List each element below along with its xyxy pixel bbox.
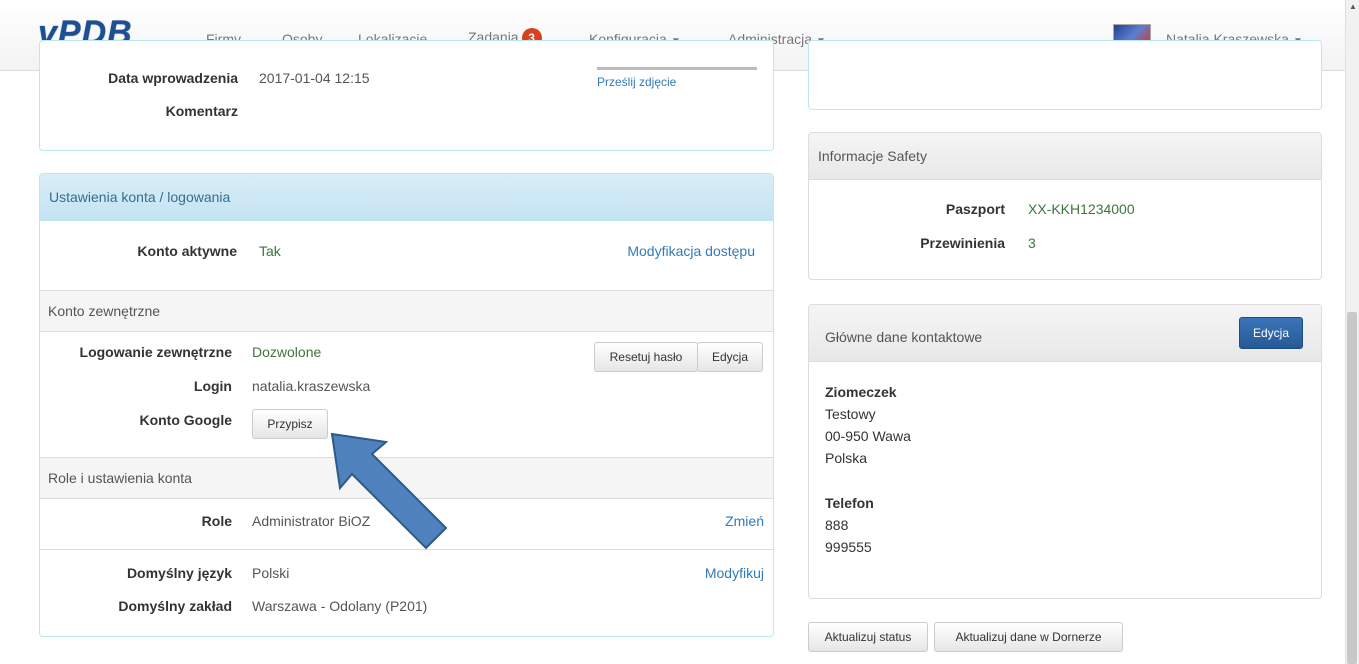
contact-panel: Główne dane kontaktowe Edycja Ziomeczek … (808, 304, 1322, 599)
person-details-panel: Data wprowadzenia 2017-01-04 12:15 Komen… (39, 40, 774, 151)
roles-divider (40, 549, 773, 550)
role-label: Role (201, 513, 232, 529)
safety-heading: Informacje Safety (809, 133, 1321, 180)
account-settings-heading: Ustawienia konta / logowania (40, 174, 773, 221)
login-label: Login (193, 378, 232, 394)
photo-panel (808, 40, 1322, 110)
passport-value: XX-KKH1234000 (1028, 201, 1135, 217)
contact-street: Testowy (825, 406, 876, 422)
update-status-button[interactable]: Aktualizuj status (808, 622, 928, 652)
modify-language-link[interactable]: Modyfikuj (705, 565, 764, 581)
login-value: natalia.kraszewska (252, 378, 371, 394)
upload-photo-link[interactable]: Prześlij zdjęcie (597, 75, 676, 89)
scroll-up-icon[interactable]: ▲ (1349, 2, 1357, 11)
offenses-label: Przewinienia (920, 235, 1005, 251)
reset-password-button[interactable]: Resetuj hasło (594, 342, 698, 372)
change-role-link[interactable]: Zmień (725, 513, 764, 529)
account-active-label: Konto aktywne (137, 243, 237, 259)
phone-1: 888 (825, 517, 849, 533)
contact-name: Ziomeczek (825, 384, 897, 400)
phone-label: Telefon (825, 495, 874, 511)
external-login-value: Dozwolone (252, 344, 322, 360)
modify-access-link[interactable]: Modyfikacja dostępu (627, 243, 755, 259)
roles-heading: Role i ustawienia konta (40, 457, 773, 499)
default-language-value: Polski (252, 565, 290, 581)
default-language-label: Domyślny język (126, 565, 232, 581)
assign-google-button[interactable]: Przypisz (252, 409, 328, 439)
edit-contact-button[interactable]: Edycja (1239, 317, 1303, 349)
date-value: 2017-01-04 12:15 (259, 70, 370, 86)
edit-external-button[interactable]: Edycja (697, 342, 763, 372)
phone-2: 999555 (825, 539, 872, 555)
contact-city: 00-950 Wawa (825, 428, 911, 444)
safety-panel: Informacje Safety Paszport XX-KKH1234000… (808, 132, 1322, 280)
scrollbar-thumb[interactable] (1347, 312, 1357, 664)
google-account-label: Konto Google (139, 412, 232, 428)
external-account-heading: Konto zewnętrzne (40, 290, 773, 332)
comment-label: Komentarz (165, 103, 238, 119)
passport-label: Paszport (945, 201, 1005, 217)
date-label: Data wprowadzenia (108, 70, 238, 86)
contact-heading-label: Główne dane kontaktowe (825, 329, 983, 345)
offenses-value: 3 (1028, 235, 1036, 251)
update-dornerze-button[interactable]: Aktualizuj dane w Dornerze (934, 622, 1123, 652)
photo-thumbnail-edge (597, 67, 757, 70)
default-plant-label: Domyślny zakład (118, 598, 232, 614)
contact-country: Polska (825, 450, 868, 466)
account-active-value: Tak (259, 243, 281, 259)
role-value: Administrator BiOZ (252, 513, 371, 529)
account-settings-panel: Ustawienia konta / logowania Konto aktyw… (39, 173, 774, 637)
external-login-label: Logowanie zewnętrzne (79, 344, 232, 360)
default-plant-value: Warszawa - Odolany (P201) (252, 598, 428, 614)
